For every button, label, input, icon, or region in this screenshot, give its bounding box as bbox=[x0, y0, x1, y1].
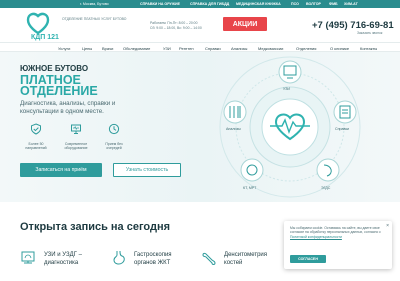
section-title: Открыта запись на сегодня bbox=[20, 221, 171, 233]
service-line: Денситометрия bbox=[224, 252, 268, 258]
privacy-policy-link[interactable]: Политикой конфиденциальности bbox=[290, 235, 342, 239]
stomach-icon bbox=[113, 250, 125, 265]
toplink-volgor[interactable]: ВОЛГОР bbox=[306, 2, 321, 6]
shield-check-icon bbox=[31, 123, 41, 135]
diagram-label-analyses[interactable]: Анализы bbox=[226, 127, 241, 131]
feature-directions: Более 50 направлений bbox=[16, 123, 56, 151]
toplink-gibdd[interactable]: СПРАВКА ДЛЯ ГИБДД bbox=[190, 2, 229, 6]
callback-link[interactable]: Заказать звонок bbox=[357, 31, 382, 35]
feature-label: направлений bbox=[25, 146, 47, 151]
diagram-label-certificates[interactable]: Справки bbox=[335, 127, 349, 131]
feature-equipment: Современное оборудование bbox=[56, 123, 96, 151]
feature-label: оборудование bbox=[64, 146, 88, 151]
diagram-graphic bbox=[219, 56, 361, 198]
nav-item-exam[interactable]: Обследование bbox=[123, 46, 150, 51]
cookie-text: Мы собираем cookie. Оставаясь на сайте, … bbox=[290, 226, 382, 239]
cookie-banner: × Мы собираем cookie. Оставаясь на сайте… bbox=[284, 221, 392, 269]
toplink-pso[interactable]: ПСО bbox=[291, 2, 299, 6]
nav-item-analyses[interactable]: Анализы bbox=[231, 46, 247, 51]
book-appointment-button[interactable]: Записаться на приём bbox=[20, 163, 102, 177]
service-title: Гастроскопия органов ЖКТ bbox=[134, 251, 172, 267]
close-icon[interactable]: × bbox=[386, 223, 389, 229]
hero-title-line: ОТДЕЛЕНИЕ bbox=[20, 84, 98, 98]
hours-line: Сб: 9:00 – 18:00, Вс: 9:00 – 14:00 bbox=[150, 26, 202, 30]
nav-item-prices[interactable]: Цены bbox=[82, 46, 92, 51]
densitometer-icon bbox=[202, 252, 216, 265]
phone-number[interactable]: +7 (495) 716-69-81 bbox=[312, 20, 394, 31]
logo-text: КДП 121 bbox=[31, 34, 59, 41]
org-name: ОТДЕЛЕНИЕ ПЛАТНЫХ УСЛУГ БУТОВО bbox=[62, 17, 127, 21]
toplink-fmb[interactable]: ФМБ bbox=[329, 2, 338, 6]
clock-icon bbox=[108, 123, 120, 135]
nav-item-services[interactable]: Услуги bbox=[58, 46, 70, 51]
feature-label: очередей bbox=[106, 146, 122, 151]
nav-item-medcommissions[interactable]: Медкомиссии bbox=[258, 46, 283, 51]
toplink-medbook[interactable]: МЕДИЦИНСКАЯ КНИЖКА bbox=[236, 2, 281, 6]
promo-button[interactable]: АКЦИИ bbox=[223, 17, 267, 31]
nav-item-about[interactable]: О клинике bbox=[330, 46, 349, 51]
monitor-icon bbox=[71, 124, 81, 134]
nav-item-uzi[interactable]: УЗИ bbox=[163, 46, 171, 51]
check-price-button[interactable]: Узнать стоимость bbox=[113, 163, 181, 177]
services-diagram: УЗИ Анализы Справки КТ, МРТ ЭГДС bbox=[190, 52, 400, 202]
hero-subtitle: Диагностика, анализы, справки и консульт… bbox=[20, 100, 116, 115]
service-line: Гастроскопия bbox=[134, 252, 172, 258]
diagram-label-ct-mri[interactable]: КТ, МРТ bbox=[243, 186, 256, 190]
address: г. Москва, Бутово bbox=[80, 2, 109, 6]
hero-title-small: ЮЖНОЕ БУТОВО bbox=[20, 64, 89, 73]
service-line: костей bbox=[224, 260, 243, 266]
nav-item-certificates[interactable]: Справки bbox=[205, 46, 221, 51]
nav-item-contacts[interactable]: Контакты bbox=[360, 46, 377, 51]
nav-item-doctors[interactable]: Врачи bbox=[102, 46, 113, 51]
clinic-logo[interactable]: КДП 121 bbox=[22, 11, 66, 41]
diagram-label-uzi[interactable]: УЗИ bbox=[283, 87, 290, 91]
toplink-himat[interactable]: ХИМ-АТ bbox=[344, 2, 358, 6]
cookie-accept-button[interactable]: СОГЛАСЕН bbox=[290, 255, 326, 263]
service-line: органов ЖКТ bbox=[134, 260, 171, 266]
feature-no-queue: Прием без очередей bbox=[94, 123, 134, 151]
hero-title: ПЛАТНОЕ ОТДЕЛЕНИЕ bbox=[20, 74, 98, 98]
service-title: Денситометрия костей bbox=[224, 251, 267, 267]
service-line: диагностика bbox=[44, 260, 79, 266]
main-nav: Услуги Цены Врачи Обследование УЗИ Рентг… bbox=[0, 42, 400, 52]
working-hours: Работаем: Пн-Пт: 8:00 – 20:00 Сб: 9:00 –… bbox=[150, 21, 202, 31]
ultrasound-icon bbox=[21, 251, 35, 264]
nav-item-xray[interactable]: Рентген bbox=[179, 46, 194, 51]
service-line: УЗИ и УЗДГ – bbox=[44, 252, 82, 258]
cookie-message: Мы собираем cookie. Оставаясь на сайте, … bbox=[290, 226, 381, 235]
service-title: УЗИ и УЗДГ – диагностика bbox=[44, 251, 82, 267]
nav-item-departments[interactable]: Отделения bbox=[296, 46, 316, 51]
diagram-label-egds[interactable]: ЭГДС bbox=[321, 186, 330, 190]
toplink-weapons[interactable]: СПРАВКИ НА ОРУЖИЕ bbox=[140, 2, 180, 6]
top-bar: г. Москва, Бутово СПРАВКИ НА ОРУЖИЕ СПРА… bbox=[0, 0, 400, 8]
